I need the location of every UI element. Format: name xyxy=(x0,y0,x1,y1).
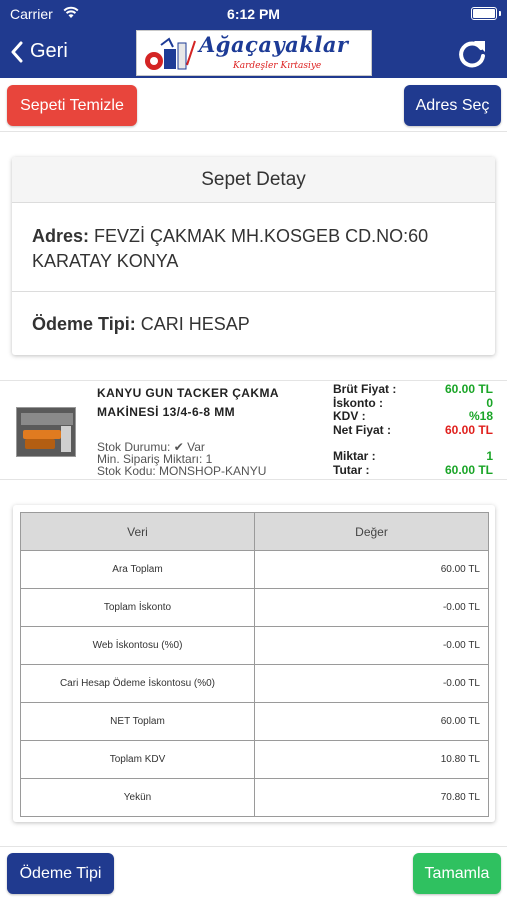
line-total-label: Tutar : xyxy=(333,462,370,477)
payment-type-label: Ödeme Tipi: xyxy=(32,314,136,334)
gross-price-label: Brüt Fiyat : xyxy=(333,382,397,396)
order-summary-table: Veri Değer Ara Toplam 60.00 TL Toplam İsk… xyxy=(20,512,489,817)
summary-key: Toplam KDV xyxy=(20,740,255,779)
cart-detail-card: Sepet Detay Adres: FEVZİ ÇAKMAK MH.KOSGE… xyxy=(12,157,495,355)
price-details: Brüt Fiyat : 60.00 TL İskonto : 0 KDV : %18… xyxy=(333,382,493,477)
gross-price-value: 60.00 TL xyxy=(444,382,493,396)
summary-row: Ara Toplam 60.00 TL xyxy=(20,550,489,589)
battery-tip xyxy=(499,11,501,16)
summary-value: 70.80 TL xyxy=(254,778,489,817)
summary-row: Cari Hesap Ödeme İskontosu (%0) -0.00 TL xyxy=(20,664,489,703)
summary-value: -0.00 TL xyxy=(254,664,489,703)
cart-toolbar: Sepeti Temizle Adres Seç xyxy=(0,78,507,132)
cart-detail-title: Sepet Detay xyxy=(12,157,495,203)
stapler-icon xyxy=(17,408,75,456)
status-bar: Carrier 6:12 PM xyxy=(0,0,507,28)
brand-logo: Ağaçayaklar Kardeşler Kırtasiye xyxy=(136,30,372,76)
complete-order-button[interactable]: Tamamla xyxy=(413,853,501,894)
summary-value: 60.00 TL xyxy=(254,550,489,589)
select-address-button[interactable]: Adres Seç xyxy=(404,85,501,126)
summary-row: NET Toplam 60.00 TL xyxy=(20,702,489,741)
payment-type-value: CARI HESAP xyxy=(140,314,250,334)
back-button[interactable]: Geri xyxy=(10,40,68,63)
summary-row: Toplam İskonto -0.00 TL xyxy=(20,588,489,627)
payment-type-row: Ödeme Tipi: CARI HESAP xyxy=(12,292,495,335)
address-row: Adres: FEVZİ ÇAKMAK MH.KOSGEB CD.NO:60 K… xyxy=(12,203,495,292)
logo-title: Ağaçayaklar xyxy=(199,32,349,57)
discount-value: 0 xyxy=(486,395,493,410)
stock-code: Stok Kodu: MONSHOP-KANYU xyxy=(97,464,267,478)
summary-value: 10.80 TL xyxy=(254,740,489,779)
product-name: KANYU GUN TACKER ÇAKMA MAKİNESİ 13/4-6-8… xyxy=(97,386,279,419)
summary-key: Ara Toplam xyxy=(20,550,255,589)
summary-value: -0.00 TL xyxy=(254,588,489,627)
nav-bar: Geri Ağaçayaklar Kardeşler Kırtasiye xyxy=(0,28,507,78)
summary-header-row: Veri Değer xyxy=(20,512,489,551)
quantity-value: 1 xyxy=(486,449,493,463)
summary-header-key: Veri xyxy=(20,512,255,551)
summary-row: Toplam KDV 10.80 TL xyxy=(20,740,489,779)
summary-header-value: Değer xyxy=(254,512,489,551)
quantity-label: Miktar : xyxy=(333,449,376,463)
chevron-left-icon xyxy=(11,41,23,62)
payment-type-button[interactable]: Ödeme Tipi xyxy=(7,853,114,894)
logo-subtitle: Kardeşler Kırtasiye xyxy=(233,61,322,71)
address-value: FEVZİ ÇAKMAK MH.KOSGEB CD.NO:60 KARATAY … xyxy=(32,226,429,271)
summary-value: -0.00 TL xyxy=(254,626,489,665)
line-total-value: 60.00 TL xyxy=(444,462,493,477)
summary-value: 60.00 TL xyxy=(254,702,489,741)
clear-cart-button[interactable]: Sepeti Temizle xyxy=(7,85,137,126)
back-label: Geri xyxy=(30,40,68,62)
net-price-label: Net Fiyat : xyxy=(333,422,392,437)
battery-icon xyxy=(471,7,497,20)
product-image xyxy=(16,407,76,457)
summary-row: Yekün 70.80 TL xyxy=(20,778,489,817)
vat-value: %18 xyxy=(468,409,493,423)
product-meta: Stok Durumu: ✔ Var Min. Sipariş Miktarı:… xyxy=(97,441,266,477)
order-summary-card: Veri Değer Ara Toplam 60.00 TL Toplam İsk… xyxy=(13,505,495,822)
clock: 6:12 PM xyxy=(227,6,280,22)
summary-key: Yekün xyxy=(20,778,255,817)
refresh-icon[interactable] xyxy=(455,37,489,71)
address-label: Adres: xyxy=(32,226,90,246)
vat-label: KDV : xyxy=(333,409,366,423)
summary-key: Web İskontosu (%0) xyxy=(20,626,255,665)
summary-key: Toplam İskonto xyxy=(20,588,255,627)
summary-key: Cari Hesap Ödeme İskontosu (%0) xyxy=(20,664,255,703)
bottom-action-bar: Ödeme Tipi Tamamla xyxy=(0,846,507,900)
discount-label: İskonto : xyxy=(333,395,383,410)
summary-row: Web İskontosu (%0) -0.00 TL xyxy=(20,626,489,665)
cart-item[interactable]: KANYU GUN TACKER ÇAKMA MAKİNESİ 13/4-6-8… xyxy=(0,380,507,480)
summary-key: NET Toplam xyxy=(20,702,255,741)
net-price-value: 60.00 TL xyxy=(444,422,493,437)
logo-emblem-icon xyxy=(145,37,196,70)
